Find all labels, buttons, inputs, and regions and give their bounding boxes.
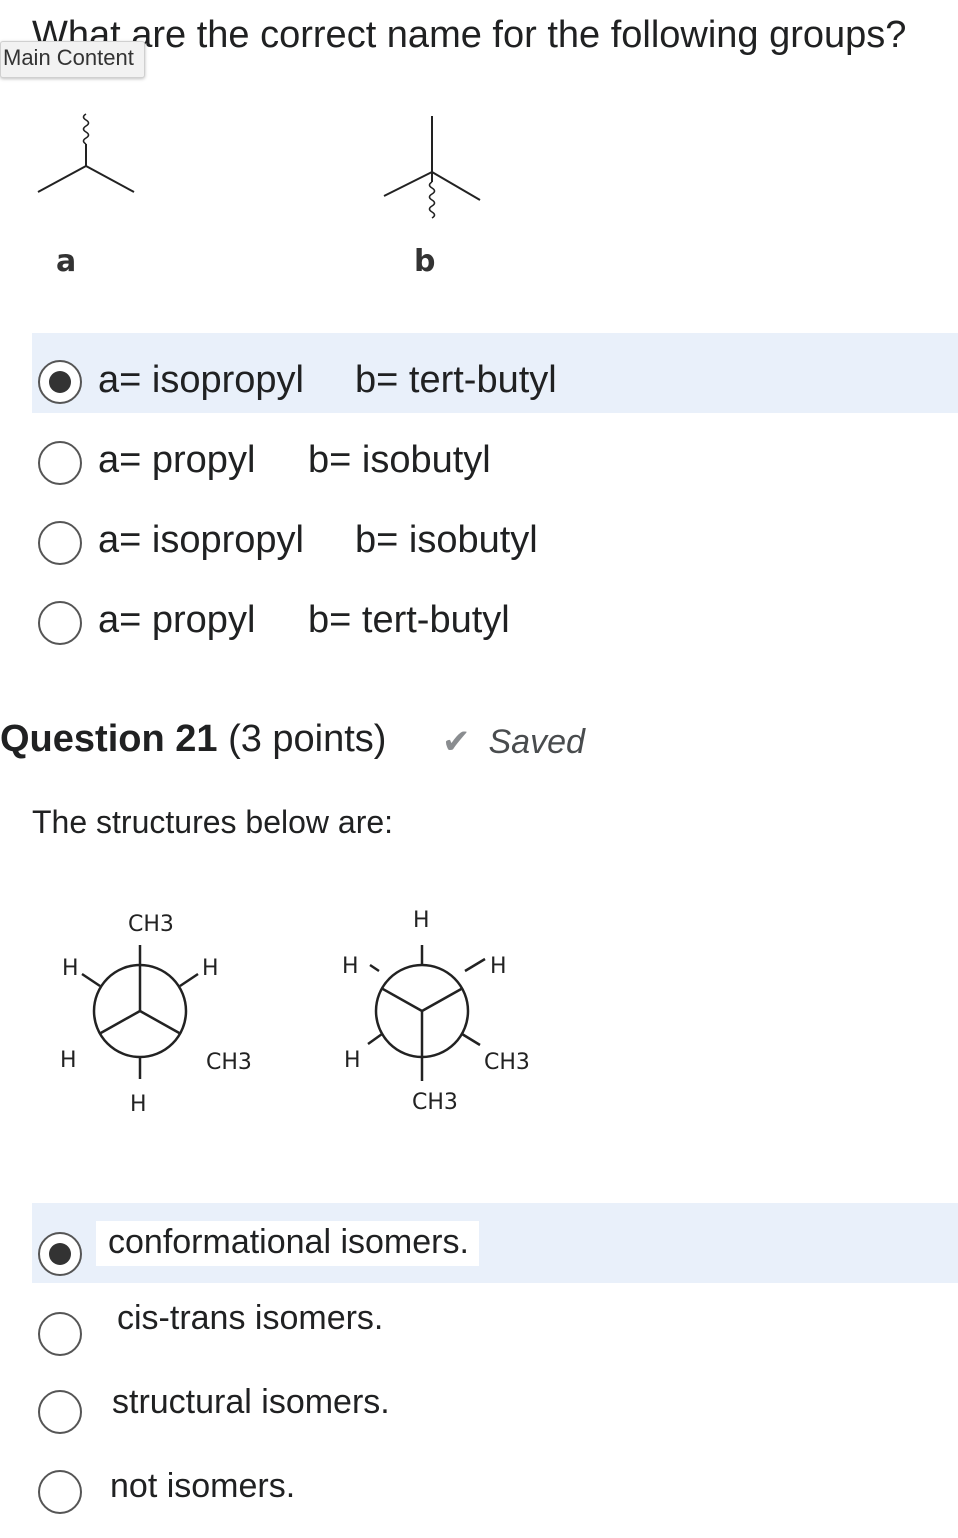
structure-a-label: a — [56, 244, 77, 279]
q21-option-3-radio[interactable] — [38, 1390, 82, 1434]
newman-2-lower-right: CH3 — [484, 1050, 530, 1075]
question-21-header: Question 21 (3 points) — [0, 718, 386, 761]
q21-option-2-radio[interactable] — [38, 1312, 82, 1356]
q20-option-2-radio[interactable] — [38, 441, 82, 485]
q20-option-4[interactable]: a= propyl b= tert-butyl — [32, 573, 958, 653]
q20-option-1-radio[interactable] — [38, 360, 82, 404]
q21-option-1-label: conformational isomers. — [96, 1221, 479, 1266]
q21-option-4-label: not isomers. — [110, 1467, 296, 1505]
q21-option-1[interactable]: conformational isomers. — [32, 1203, 958, 1283]
newman-1-lower-right: CH3 — [206, 1050, 252, 1075]
q20-option-1-part-a: a= isopropyl — [98, 359, 304, 401]
q21-option-2-label: cis-trans isomers. — [117, 1299, 384, 1337]
structure-b-label: b — [414, 244, 436, 279]
newman-2-bottom: CH3 — [412, 1090, 458, 1115]
q21-option-2[interactable]: cis-trans isomers. — [32, 1283, 958, 1363]
alkyl-group-structures — [37, 113, 481, 219]
q20-option-3-part-b: b= isobutyl — [355, 519, 538, 561]
newman-1-lower-left: H — [60, 1048, 77, 1073]
q20-option-3-part-a: a= isopropyl — [98, 519, 304, 561]
q21-option-3[interactable]: structural isomers. — [32, 1363, 958, 1443]
q20-option-2-part-b: b= isobutyl — [308, 439, 491, 481]
q21-option-1-radio[interactable] — [38, 1232, 82, 1276]
q21-option-4[interactable]: not isomers. — [32, 1443, 958, 1523]
structure-b-tert-butyl — [383, 116, 481, 219]
newman-projections: CH3 H H H CH3 H H H H H CH3 CH3 — [60, 908, 530, 1117]
newman-1-top: CH3 — [128, 912, 174, 937]
structure-a-isopropyl — [37, 113, 135, 193]
newman-1-upper-right: H — [202, 956, 219, 981]
q20-option-1[interactable]: a= isopropyl b= tert-butyl — [32, 333, 958, 413]
newman-2-top: H — [413, 908, 430, 933]
newman-2-upper-right: H — [490, 954, 507, 979]
question-21-number: Question 21 — [0, 718, 218, 760]
q21-option-4-radio[interactable] — [38, 1470, 82, 1514]
newman-1-upper-left: H — [62, 956, 79, 981]
newman-projection-2 — [367, 945, 486, 1081]
q21-option-3-label: structural isomers. — [112, 1383, 390, 1421]
saved-status: ✔ Saved — [442, 722, 585, 762]
newman-2-lower-left: H — [344, 1048, 361, 1073]
checkmark-icon: ✔ — [442, 723, 471, 761]
question-21-prompt: The structures below are: — [32, 804, 394, 840]
q20-option-3-radio[interactable] — [38, 521, 82, 565]
q20-option-4-radio[interactable] — [38, 601, 82, 645]
q20-option-2[interactable]: a= propyl b= isobutyl — [32, 413, 958, 493]
q20-option-4-part-b: b= tert-butyl — [308, 599, 510, 641]
q20-option-4-part-a: a= propyl — [98, 599, 256, 641]
question-20-prompt: What are the correct name for the follow… — [32, 14, 907, 56]
q20-option-2-part-a: a= propyl — [98, 439, 256, 481]
question-21-points: (3 points) — [228, 718, 387, 760]
newman-2-upper-left: H — [342, 954, 359, 979]
newman-projection-1 — [81, 945, 199, 1079]
saved-status-label: Saved — [488, 723, 585, 761]
newman-1-bottom: H — [130, 1092, 147, 1117]
q20-option-1-part-b: b= tert-butyl — [355, 359, 557, 401]
skip-to-main-content-link[interactable]: Main Content — [0, 41, 145, 78]
q20-option-3[interactable]: a= isopropyl b= isobutyl — [32, 493, 958, 573]
